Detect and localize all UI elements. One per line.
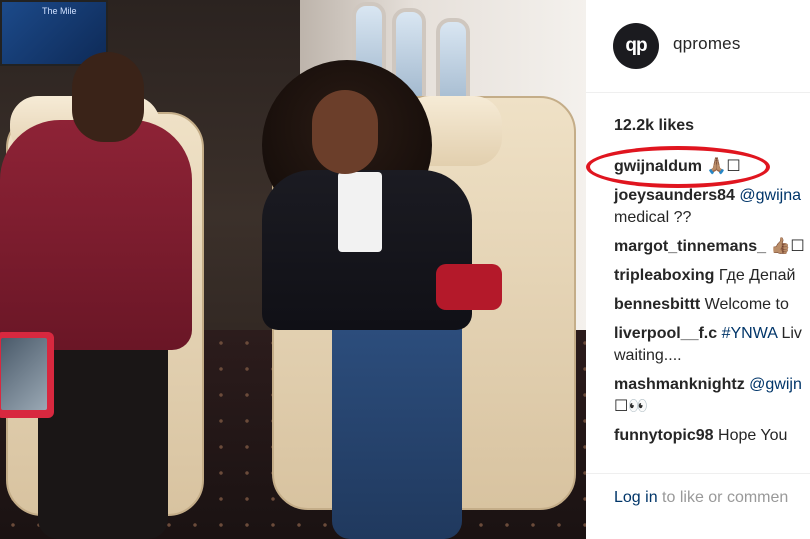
login-prompt-text: to like or commen	[657, 489, 789, 506]
comment-user[interactable]: bennesbittt	[614, 296, 700, 313]
comment-user[interactable]: mashmanknightz	[614, 376, 745, 393]
comments-list: gwijnaldum 🙏🏽☐ joeysaunders84 @gwijna me…	[614, 156, 810, 454]
post-photo[interactable]: The Mile	[0, 0, 586, 539]
comment-text: Где Депай	[714, 267, 796, 284]
likes-count[interactable]: 12.2k likes	[614, 117, 694, 135]
comment: mashmanknightz @gwijn ☐👀	[614, 374, 810, 418]
post-username[interactable]: qpromes	[673, 34, 741, 54]
comment: bennesbittt Welcome to	[614, 294, 810, 316]
post-sidebar: qp qpromes 12.2k likes gwijnaldum 🙏🏽☐ jo…	[586, 0, 810, 539]
comment-user[interactable]: liverpool__f.c	[614, 325, 717, 342]
comment-text-line2: ☐👀	[614, 398, 649, 415]
divider	[586, 473, 810, 474]
comment: funnytopic98 Hope You	[614, 425, 810, 447]
red-bag	[436, 264, 502, 310]
login-prompt: Log in to like or commen	[614, 489, 788, 507]
post-header: qp qpromes	[586, 0, 810, 93]
avatar[interactable]: qp	[613, 23, 659, 69]
comment-hashtag[interactable]: #YNWA	[722, 325, 777, 342]
comment-text: 👍🏽☐	[766, 238, 805, 255]
comment-user[interactable]: funnytopic98	[614, 427, 714, 444]
man-shirt	[0, 120, 192, 350]
avatar-text: qp	[625, 35, 647, 56]
comment: margot_tinnemans_ 👍🏽☐	[614, 236, 810, 258]
woman-jeans	[332, 310, 462, 539]
comment: liverpool__f.c #YNWA Liv waiting....	[614, 323, 810, 367]
comment-user[interactable]: joeysaunders84	[614, 187, 735, 204]
comment-text: Hope You	[713, 427, 788, 444]
comment-user[interactable]: tripleaboxing	[614, 267, 714, 284]
highlight-circle	[586, 146, 770, 188]
comment-text-line2: waiting....	[614, 347, 682, 364]
comment-mention[interactable]: @gwijn	[749, 376, 802, 393]
comment-text: Welcome to	[700, 296, 789, 313]
tablet-screen	[1, 338, 47, 410]
comment-text-after: Liv	[777, 325, 802, 342]
comment: joeysaunders84 @gwijna medical ??	[614, 185, 810, 229]
woman-shirt	[338, 172, 382, 252]
comment-mention[interactable]: @gwijna	[739, 187, 801, 204]
man-head	[72, 52, 144, 142]
screen-text: The Mile	[42, 6, 77, 16]
tablet	[0, 332, 54, 418]
login-link[interactable]: Log in	[614, 489, 658, 506]
woman-face	[312, 90, 378, 174]
comment-user[interactable]: margot_tinnemans_	[614, 238, 766, 255]
comment-text-line2: medical ??	[614, 209, 692, 226]
comment: tripleaboxing Где Депай	[614, 265, 810, 287]
